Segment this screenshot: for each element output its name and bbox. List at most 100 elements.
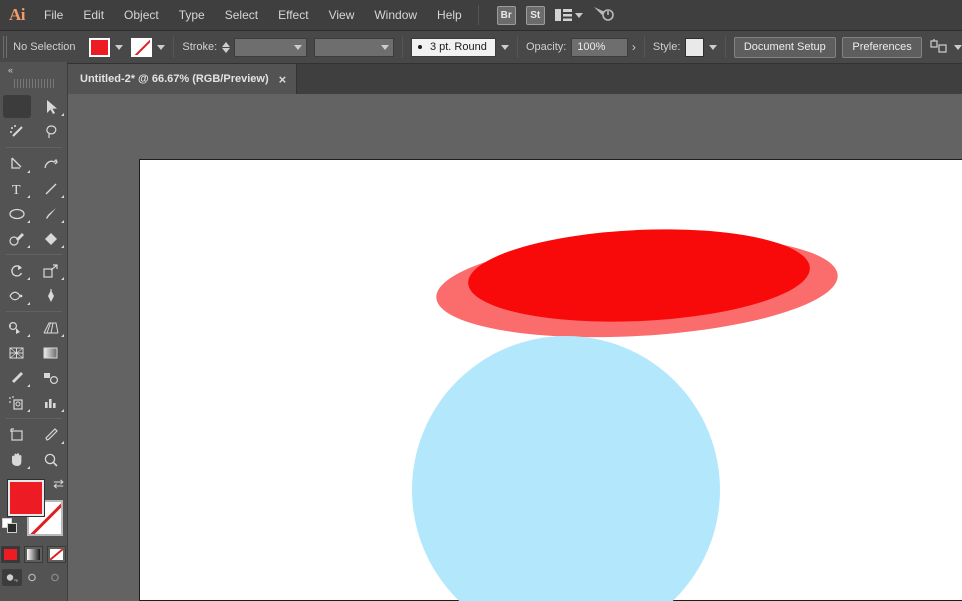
gradient-mode-button[interactable] bbox=[24, 546, 43, 563]
draw-normal-button[interactable] bbox=[1, 569, 22, 586]
flyout-indicator-icon bbox=[27, 245, 30, 248]
preferences-button[interactable]: Preferences bbox=[842, 36, 922, 58]
menu-edit[interactable]: Edit bbox=[73, 0, 114, 31]
graphic-style-swatch[interactable] bbox=[685, 37, 704, 57]
control-divider-4 bbox=[643, 36, 645, 58]
type-tool[interactable]: T bbox=[0, 176, 34, 201]
menu-window[interactable]: Window bbox=[364, 0, 427, 31]
control-bar-grip[interactable] bbox=[3, 36, 8, 58]
line-segment-tool[interactable] bbox=[34, 176, 68, 201]
pen-tool[interactable] bbox=[0, 151, 34, 176]
fill-swatch[interactable] bbox=[89, 37, 111, 57]
column-graph-tool[interactable] bbox=[34, 390, 68, 415]
rotate-tool-icon bbox=[11, 264, 23, 277]
blend-tool[interactable] bbox=[34, 365, 68, 390]
menu-type[interactable]: Type bbox=[169, 0, 215, 31]
toolbar-fill-swatch[interactable] bbox=[8, 480, 44, 516]
flyout-indicator-icon bbox=[61, 409, 64, 412]
pencil-tool[interactable] bbox=[0, 226, 34, 251]
slice-tool[interactable] bbox=[34, 422, 68, 447]
width-tool[interactable] bbox=[0, 283, 34, 308]
menu-effect[interactable]: Effect bbox=[268, 0, 318, 31]
brush-chevron-down-icon[interactable] bbox=[500, 44, 509, 50]
line-segment-tool-icon bbox=[45, 183, 57, 194]
eraser-tool[interactable] bbox=[34, 226, 68, 251]
stroke-swatch-none-icon[interactable] bbox=[131, 37, 153, 57]
paintbrush-tool[interactable] bbox=[34, 201, 68, 226]
stroke-weight-chevron-down-icon[interactable] bbox=[294, 44, 303, 50]
align-chevron-down-icon[interactable] bbox=[953, 44, 962, 50]
menu-object[interactable]: Object bbox=[114, 0, 169, 31]
hand-tool[interactable] bbox=[0, 447, 34, 472]
magic-wand-tool[interactable] bbox=[0, 119, 34, 144]
none-mode-button[interactable] bbox=[47, 546, 66, 563]
stroke-weight-input[interactable] bbox=[234, 37, 308, 57]
hand-tool-icon bbox=[12, 452, 22, 466]
style-label: Style: bbox=[652, 41, 681, 53]
tool-divider bbox=[0, 144, 68, 151]
scale-tool[interactable] bbox=[34, 258, 68, 283]
direct-selection-tool[interactable] bbox=[34, 94, 68, 119]
stock-button[interactable]: St bbox=[525, 5, 545, 25]
close-icon[interactable]: × bbox=[279, 73, 287, 86]
pencil-tool-icon bbox=[9, 232, 24, 246]
zoom-tool[interactable] bbox=[34, 447, 68, 472]
control-divider-3 bbox=[516, 36, 518, 58]
selection-tool[interactable] bbox=[0, 94, 34, 119]
paintbrush-tool-icon bbox=[46, 207, 56, 219]
swap-fill-stroke-icon[interactable]: ⇄ bbox=[53, 476, 64, 492]
stroke-color-control[interactable] bbox=[131, 37, 166, 57]
flyout-indicator-icon bbox=[27, 466, 30, 469]
color-mode-button[interactable] bbox=[1, 546, 20, 563]
perspective-grid-tool[interactable] bbox=[34, 315, 68, 340]
eyedropper-tool[interactable] bbox=[0, 365, 34, 390]
rotate-tool[interactable] bbox=[0, 258, 34, 283]
brush-definition-dropdown[interactable]: 3 pt. Round bbox=[410, 37, 496, 57]
align-options-button[interactable] bbox=[930, 39, 962, 55]
free-transform-tool[interactable] bbox=[34, 283, 68, 308]
menu-select[interactable]: Select bbox=[215, 0, 268, 31]
symbol-sprayer-tool[interactable] bbox=[0, 390, 34, 415]
tools-panel-grip[interactable] bbox=[13, 77, 54, 90]
menu-file[interactable]: File bbox=[34, 0, 73, 31]
stepper-down-icon[interactable] bbox=[222, 47, 231, 53]
flyout-indicator-icon bbox=[27, 384, 30, 387]
search-stock-button[interactable] bbox=[593, 4, 615, 27]
stepper-up-icon[interactable] bbox=[222, 41, 231, 47]
opacity-value: 100% bbox=[577, 41, 606, 53]
collapse-panel-button[interactable]: « bbox=[0, 62, 67, 77]
stroke-weight-stepper[interactable] bbox=[222, 41, 231, 53]
fill-control[interactable] bbox=[89, 37, 124, 57]
flyout-indicator-icon bbox=[27, 195, 30, 198]
opacity-expand-icon[interactable]: › bbox=[632, 40, 636, 54]
menu-view[interactable]: View bbox=[319, 0, 365, 31]
blue-circle[interactable] bbox=[412, 336, 720, 601]
curvature-tool[interactable] bbox=[34, 151, 68, 176]
document-tab[interactable]: Untitled-2* @ 66.67% (RGB/Preview) × bbox=[68, 64, 298, 94]
document-setup-button[interactable]: Document Setup bbox=[733, 36, 836, 58]
canvas-area[interactable] bbox=[68, 94, 962, 601]
artboard[interactable] bbox=[139, 159, 962, 601]
chevron-down-icon bbox=[574, 12, 583, 18]
menu-help[interactable]: Help bbox=[427, 0, 472, 31]
style-chevron-down-icon[interactable] bbox=[708, 44, 717, 50]
ellipse-tool[interactable] bbox=[0, 201, 34, 226]
fill-chevron-down-icon[interactable] bbox=[115, 44, 124, 50]
tool-grid: T bbox=[0, 94, 67, 472]
stroke-profile-dropdown[interactable] bbox=[313, 37, 394, 57]
bridge-button[interactable]: Br bbox=[496, 5, 516, 25]
lasso-tool[interactable] bbox=[34, 119, 68, 144]
blend-tool-icon bbox=[44, 372, 59, 384]
draw-inside-button[interactable] bbox=[46, 569, 66, 586]
selection-status-label: No Selection bbox=[13, 41, 76, 53]
opacity-input[interactable]: 100% bbox=[571, 37, 628, 57]
shape-builder-tool[interactable] bbox=[0, 315, 34, 340]
stroke-chevron-down-icon[interactable] bbox=[157, 44, 166, 50]
mesh-tool[interactable] bbox=[0, 340, 34, 365]
stroke-profile-chevron-down-icon[interactable] bbox=[380, 44, 389, 50]
artboard-tool[interactable] bbox=[0, 422, 34, 447]
draw-behind-button[interactable] bbox=[24, 569, 44, 586]
arrange-documents-button[interactable] bbox=[554, 8, 583, 22]
symbol-sprayer-tool-icon bbox=[9, 395, 23, 410]
gradient-tool[interactable] bbox=[34, 340, 68, 365]
